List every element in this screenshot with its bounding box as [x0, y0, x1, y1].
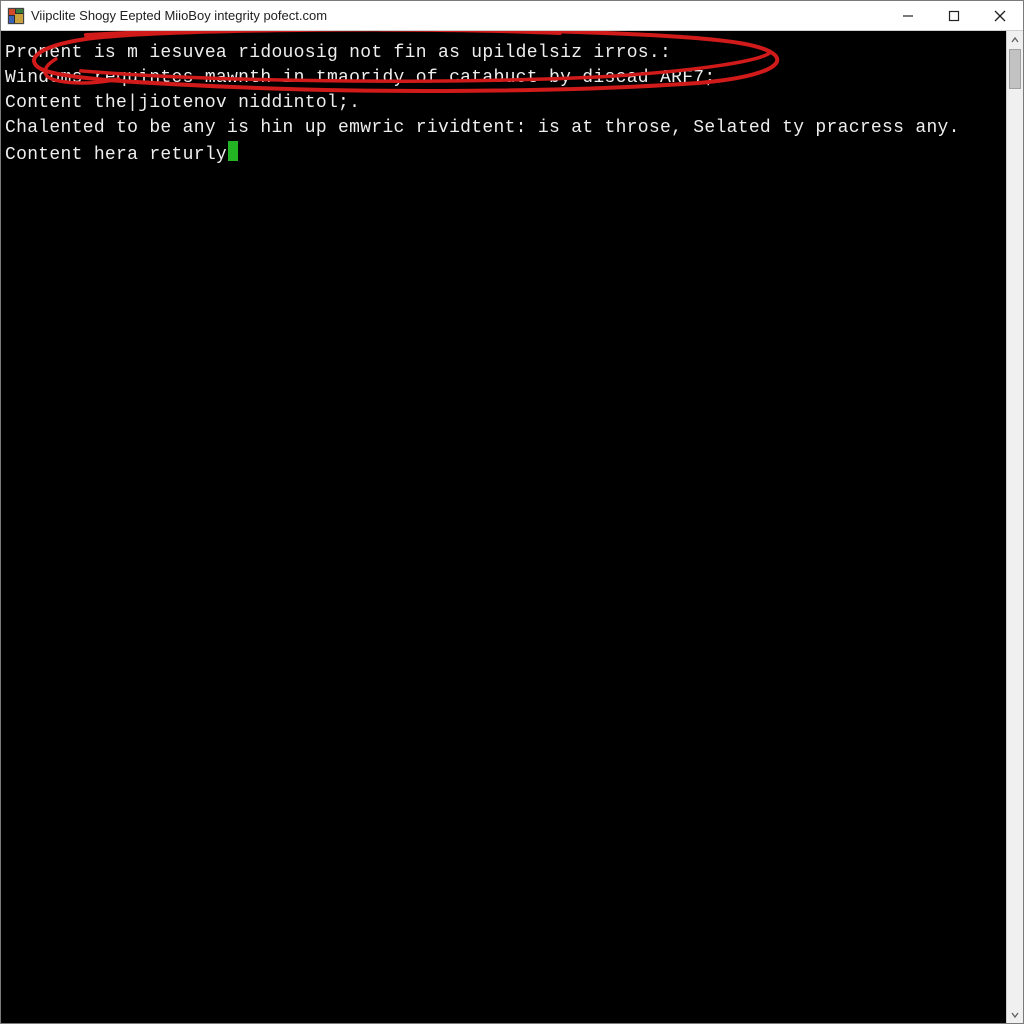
console-line: Content the|jiotenov niddintol;.: [5, 91, 1002, 116]
app-icon: [7, 7, 25, 25]
scrollbar-up-arrow[interactable]: [1007, 31, 1023, 48]
terminal-window: Viipclite Shogy Eepted MiioBoy integrity…: [0, 0, 1024, 1024]
window-title: Viipclite Shogy Eepted MiioBoy integrity…: [31, 8, 327, 23]
console-line: Chalented to be any is hin up emwric riv…: [5, 116, 1002, 141]
console-output[interactable]: Pronent is m iesuvea ridouosig not fin a…: [1, 31, 1006, 1023]
vertical-scrollbar[interactable]: [1006, 31, 1023, 1023]
cursor-block: [228, 141, 238, 161]
console-text: Content hera returly: [5, 145, 227, 165]
console-line: Content hera returly: [5, 141, 1002, 168]
close-button[interactable]: [977, 1, 1023, 31]
console-line: Windoms requintes mawnth in tmaoridy of …: [5, 66, 1002, 91]
console-line: Pronent is m iesuvea ridouosig not fin a…: [5, 41, 1002, 66]
maximize-button[interactable]: [931, 1, 977, 31]
annotation-overlay: [1, 31, 1006, 1023]
minimize-button[interactable]: [885, 1, 931, 31]
client-area: Pronent is m iesuvea ridouosig not fin a…: [1, 31, 1023, 1023]
titlebar[interactable]: Viipclite Shogy Eepted MiioBoy integrity…: [1, 1, 1023, 31]
scrollbar-thumb[interactable]: [1009, 49, 1021, 89]
scrollbar-down-arrow[interactable]: [1007, 1006, 1023, 1023]
